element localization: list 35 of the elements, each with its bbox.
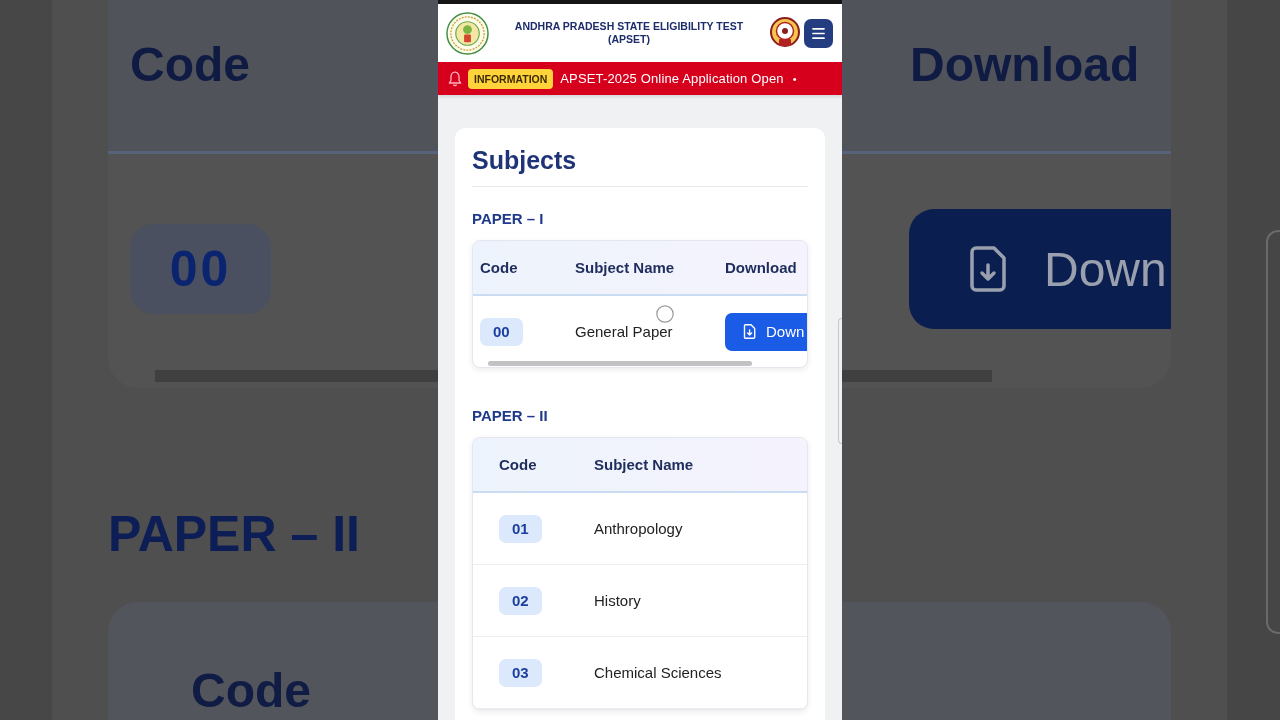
file-download-icon bbox=[743, 324, 756, 339]
column-header: Code bbox=[130, 37, 250, 93]
column-header: Code bbox=[480, 258, 518, 276]
subject-name: Anthropology bbox=[594, 519, 683, 537]
page-title: Subjects bbox=[472, 145, 808, 187]
column-header: Subject Name bbox=[594, 455, 694, 473]
code-chip: 00 bbox=[130, 224, 271, 314]
code-chip: 00 bbox=[480, 317, 523, 346]
site-title: ANDHRA PRADESH STATE ELIGIBILITY TEST (APSET) bbox=[513, 20, 745, 46]
subject-name: General Paper bbox=[575, 322, 673, 340]
download-button[interactable]: Down bbox=[909, 209, 1171, 329]
round-seal-logo bbox=[446, 11, 489, 55]
code-chip: 01 bbox=[499, 514, 542, 543]
code-chip: 03 bbox=[499, 658, 542, 687]
crest-logo bbox=[769, 17, 801, 49]
section-title: PAPER – I bbox=[472, 209, 545, 229]
menu-icon bbox=[812, 27, 825, 39]
announcement-text[interactable]: APSET-2025 Online Application Open bbox=[560, 71, 784, 86]
bell-icon bbox=[448, 70, 462, 87]
code-chip: 02 bbox=[499, 586, 542, 615]
column-header: Download bbox=[725, 258, 797, 276]
ring-icon bbox=[656, 304, 674, 323]
subject-name: Chemical Sciences bbox=[594, 663, 722, 681]
column-header: Download bbox=[910, 37, 1140, 93]
download-button[interactable]: Down bbox=[725, 312, 807, 351]
section-title: PAPER – II bbox=[472, 406, 549, 426]
separator-dot: • bbox=[792, 72, 797, 85]
column-header: Subject Name bbox=[575, 258, 675, 276]
file-download-icon bbox=[970, 246, 1006, 292]
column-header: Code bbox=[191, 663, 311, 719]
section-title: PAPER – II bbox=[108, 505, 361, 564]
subject-name: History bbox=[594, 591, 641, 609]
menu-button[interactable] bbox=[804, 18, 833, 48]
information-badge: INFORMATION bbox=[468, 68, 554, 89]
column-header: Code bbox=[499, 455, 537, 473]
